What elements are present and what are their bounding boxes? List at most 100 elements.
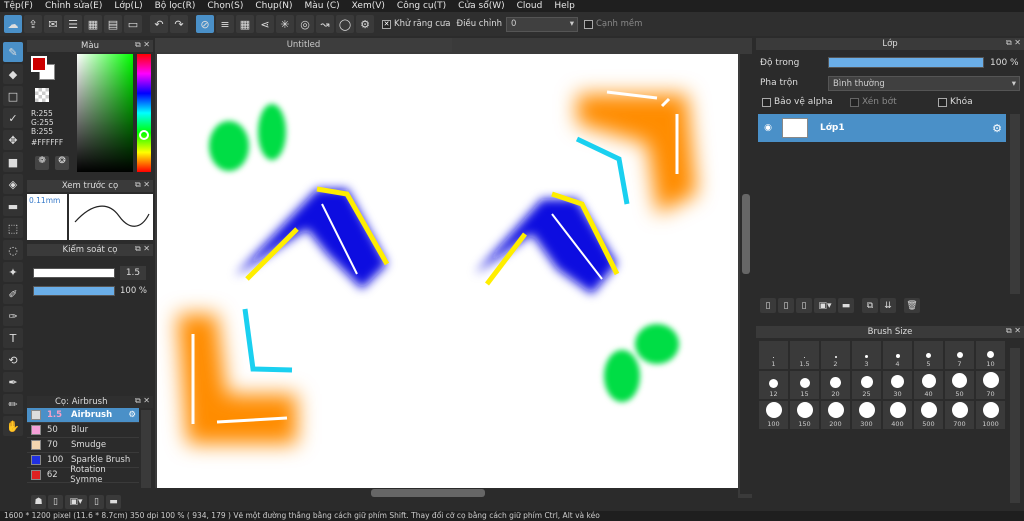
drawing-canvas[interactable]	[157, 54, 738, 494]
menu-filter[interactable]: Bộ lọc(R)	[155, 1, 196, 11]
close-icon[interactable]: ⧉ ✕	[135, 180, 150, 190]
perspective-ruler-icon[interactable]: ⋖	[256, 15, 274, 33]
menu-tools[interactable]: Công cụ(T)	[397, 1, 446, 11]
select-eraser-tool-icon[interactable]: ✑	[3, 306, 23, 326]
select-lasso-tool-icon[interactable]: ◌	[3, 240, 23, 260]
horizontal-scroll-thumb[interactable]	[371, 489, 485, 497]
vertical-scroll-thumb[interactable]	[742, 194, 750, 274]
brush-item-airbrush[interactable]: 1.5 Airbrush ⚙	[27, 408, 139, 423]
cross-ruler-icon[interactable]: ▦	[236, 15, 254, 33]
layer-opacity-slider[interactable]	[828, 57, 984, 68]
eye-icon[interactable]: ◉	[758, 123, 778, 133]
gradient-tool-icon[interactable]: ▬	[3, 196, 23, 216]
new-layer-1bit-icon[interactable]: ▯	[796, 298, 812, 313]
menu-window[interactable]: Cửa sổ(W)	[458, 1, 504, 11]
export-icon[interactable]: ⇪	[24, 15, 42, 33]
brush-size-cell[interactable]: 25	[852, 371, 881, 399]
brush-item-blur[interactable]: 50 Blur	[27, 423, 139, 438]
grid-icon[interactable]: ▦	[84, 15, 102, 33]
eyedropper-tool-icon[interactable]: ✒	[3, 372, 23, 392]
brush-options-icon[interactable]: ☗	[31, 495, 46, 509]
adjust-select[interactable]: 0 ▾	[505, 16, 578, 32]
brush-size-cell[interactable]: 30	[883, 371, 912, 399]
duplicate-layer-icon[interactable]: ⧉	[862, 298, 878, 313]
smooth-edge-checkbox[interactable]	[583, 19, 593, 29]
canvas-vertical-scrollbar[interactable]	[740, 54, 752, 494]
divide-tool-icon[interactable]: ⟲	[3, 350, 23, 370]
brush-size-scrollbar[interactable]	[1010, 348, 1020, 503]
brush-size-cell[interactable]: 20	[821, 371, 850, 399]
hue-handle[interactable]	[139, 130, 149, 140]
lock-checkbox[interactable]	[938, 97, 947, 107]
trash-icon[interactable]: 🗑	[904, 298, 920, 313]
brush-size-cell[interactable]: 400	[883, 401, 912, 429]
brush-size-cell[interactable]: 5	[914, 341, 943, 369]
brush-list-scrollbar[interactable]	[141, 410, 151, 488]
brush-size-cell[interactable]: 70	[976, 371, 1005, 399]
eraser-tool-icon[interactable]: ◆	[3, 64, 23, 84]
brush-size-slider[interactable]	[33, 268, 115, 278]
rect-select-tool-icon[interactable]: □	[3, 86, 23, 106]
brush-size-cell[interactable]: 100	[759, 401, 788, 429]
redo-icon[interactable]: ↷	[170, 15, 188, 33]
color-wheel-icon[interactable]: ❁	[35, 156, 49, 170]
folder-icon[interactable]: ▬	[838, 298, 854, 313]
settings-icon[interactable]: ⚙	[356, 15, 374, 33]
pen-tool-icon[interactable]: ✏	[3, 394, 23, 414]
brush-size-cell[interactable]: 10	[976, 341, 1005, 369]
menu-cloud[interactable]: Cloud	[517, 1, 543, 11]
brush-size-cell[interactable]: 1000	[976, 401, 1005, 429]
bucket-tool-icon[interactable]: ◈	[3, 174, 23, 194]
brush-size-value[interactable]: 1.5	[120, 266, 146, 280]
menu-capture[interactable]: Chụp(N)	[255, 1, 292, 11]
brush-item-rotation[interactable]: 62 Rotation Symme	[27, 465, 139, 485]
ellipse-ruler-icon[interactable]: ◯	[336, 15, 354, 33]
hand-tool-icon[interactable]: ✋	[3, 416, 23, 436]
folder-icon[interactable]: ▬	[106, 495, 121, 509]
brush-size-cell[interactable]: 2	[821, 341, 850, 369]
brush-size-cell[interactable]: 7	[945, 341, 974, 369]
brush-size-cell[interactable]: 40	[914, 371, 943, 399]
brush-size-cell[interactable]: 15	[790, 371, 819, 399]
close-icon[interactable]: ⧉ ✕	[135, 244, 150, 254]
menu-select[interactable]: Chọn(S)	[207, 1, 243, 11]
brush-opacity-slider[interactable]	[33, 286, 115, 296]
blend-mode-select[interactable]: Bình thường ▾	[828, 76, 1020, 91]
new-layer-8bit-icon[interactable]: ▯	[778, 298, 794, 313]
close-icon[interactable]: ⧉ ✕	[135, 40, 150, 50]
hue-slider[interactable]	[137, 54, 151, 172]
brush-size-cell[interactable]: 50	[945, 371, 974, 399]
protect-alpha-checkbox[interactable]	[762, 97, 771, 107]
select-pen-tool-icon[interactable]: ✐	[3, 284, 23, 304]
text-tool-icon[interactable]: T	[3, 328, 23, 348]
new-layer-icon[interactable]: ▯	[760, 298, 776, 313]
canvas-horizontal-scrollbar[interactable]	[155, 488, 738, 498]
magic-wand-tool-icon[interactable]: ✦	[3, 262, 23, 282]
move-tool-icon[interactable]: ✥	[3, 130, 23, 150]
fill-shape-tool-icon[interactable]: ■	[3, 152, 23, 172]
undo-icon[interactable]: ↶	[150, 15, 168, 33]
brush-size-cell[interactable]: 700	[945, 401, 974, 429]
curve-ruler-icon[interactable]: ↝	[316, 15, 334, 33]
color-picker-square[interactable]	[77, 54, 133, 172]
antialias-checkbox[interactable]: ✕	[382, 19, 391, 29]
gear-icon[interactable]: ⚙	[128, 410, 136, 420]
brush-size-cell[interactable]: 3	[852, 341, 881, 369]
menu-color[interactable]: Màu (C)	[305, 1, 340, 11]
menu-help[interactable]: Help	[554, 1, 575, 11]
copy-brush-icon[interactable]: ▯	[89, 495, 104, 509]
brush-tool-icon[interactable]: ✎	[3, 42, 23, 62]
new-brush-icon[interactable]: ▯	[48, 495, 63, 509]
merge-layer-icon[interactable]: ⇊	[880, 298, 896, 313]
no-ruler-icon[interactable]: ⊘	[196, 15, 214, 33]
menu-file[interactable]: Tệp(F)	[4, 1, 33, 11]
brush-size-cell[interactable]: 150	[790, 401, 819, 429]
layer-row[interactable]: ◉ Lớp1 ⚙	[758, 114, 1006, 142]
chat-icon[interactable]: ✉	[44, 15, 62, 33]
add-layer-menu-icon[interactable]: ▣▾	[814, 298, 836, 313]
layer-scrollbar[interactable]	[1010, 114, 1020, 294]
brush-size-cell[interactable]: 1	[759, 341, 788, 369]
cloud-icon[interactable]: ☁	[4, 15, 22, 33]
brush-size-cell[interactable]: 4	[883, 341, 912, 369]
transparent-color-swatch[interactable]	[35, 88, 49, 102]
